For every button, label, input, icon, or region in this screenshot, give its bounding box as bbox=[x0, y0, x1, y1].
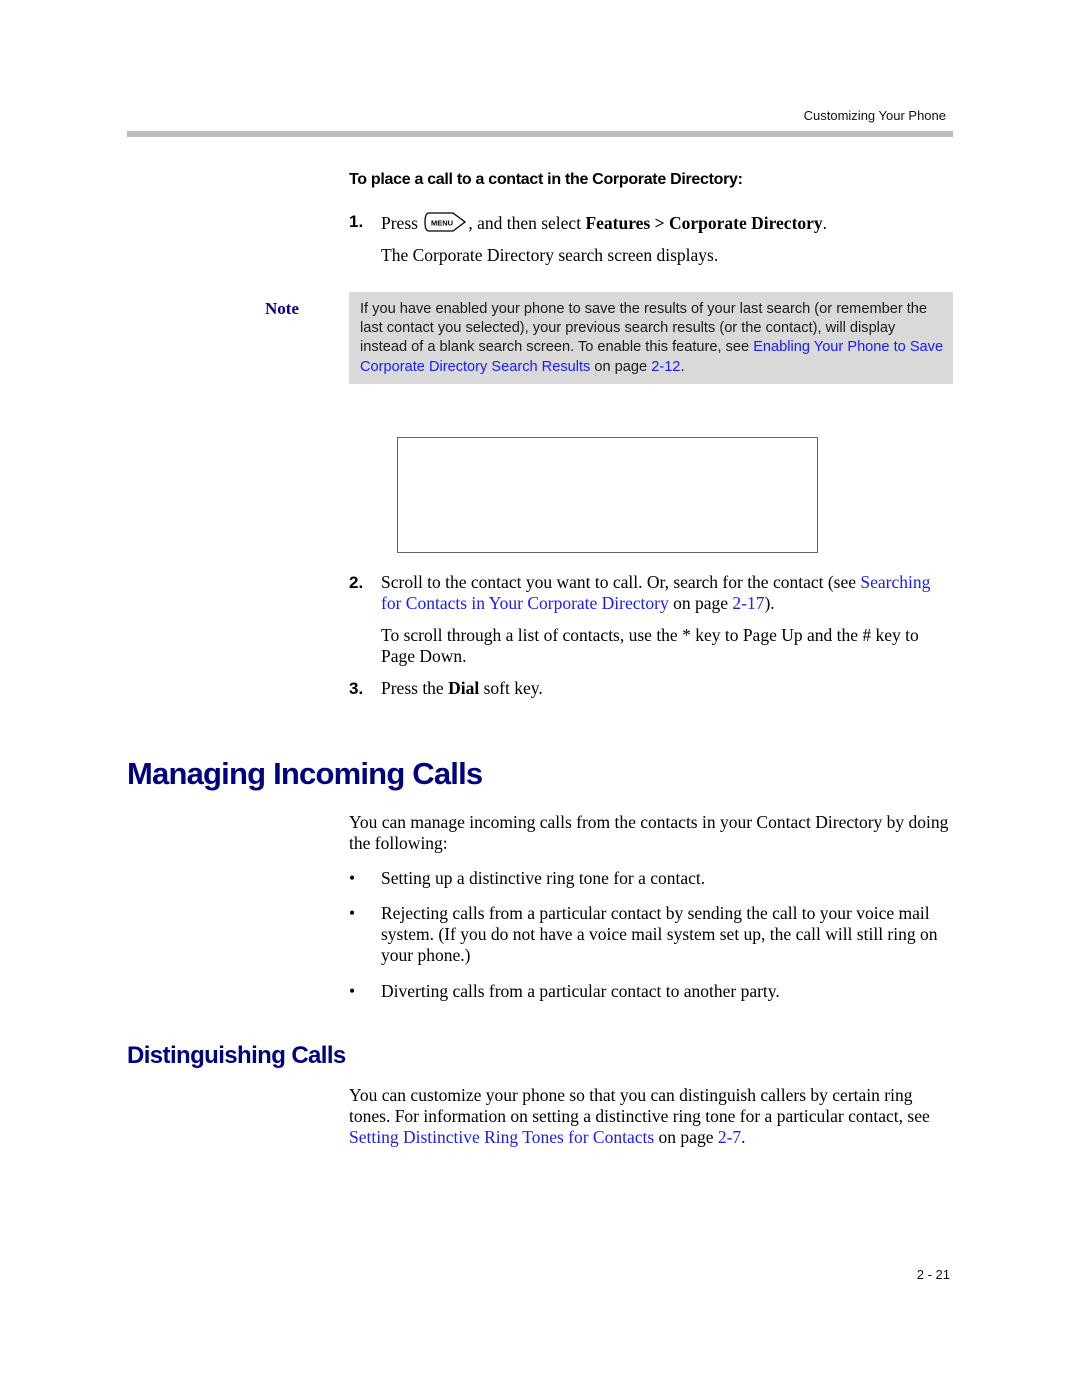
step-1-result: The Corporate Directory search screen di… bbox=[349, 245, 953, 266]
step-number: 1. bbox=[349, 212, 364, 231]
step-result-text: The Corporate Directory search screen di… bbox=[381, 245, 719, 265]
page-number: 2 - 21 bbox=[916, 1267, 950, 1282]
note-box: If you have enabled your phone to save t… bbox=[349, 292, 953, 384]
step-text: Press the bbox=[381, 678, 449, 698]
phone-screen-image bbox=[397, 437, 818, 553]
step-2: 2. Scroll to the contact you want to cal… bbox=[349, 572, 953, 614]
note-body: . bbox=[680, 358, 685, 375]
bullet-text: Rejecting calls from a particular contac… bbox=[381, 903, 938, 965]
svg-text:MENU: MENU bbox=[431, 219, 453, 228]
step-text: on page bbox=[668, 593, 733, 613]
bullet-icon: • bbox=[349, 868, 356, 888]
para-text: You can customize your phone so that you… bbox=[349, 1085, 930, 1126]
step-3: 3. Press the Dial soft key. bbox=[349, 678, 953, 699]
step-2-extra: To scroll through a list of contacts, us… bbox=[349, 625, 953, 667]
note-page-link[interactable]: 2-12 bbox=[651, 359, 680, 375]
step-number: 3. bbox=[349, 679, 364, 698]
bullet-text: Setting up a distinctive ring tone for a… bbox=[381, 868, 706, 888]
menu-key-icon: MENU bbox=[423, 211, 467, 238]
bullet-icon: • bbox=[349, 903, 356, 923]
bullet-item: • Rejecting calls from a particular cont… bbox=[349, 903, 953, 966]
note-text: If you have enabled your phone to save t… bbox=[360, 300, 945, 377]
ring-tones-link[interactable]: Setting Distinctive Ring Tones for Conta… bbox=[349, 1127, 654, 1147]
note-body: on page bbox=[590, 358, 652, 375]
header-rule bbox=[127, 131, 953, 137]
bullet-item: • Diverting calls from a particular cont… bbox=[349, 981, 953, 1002]
dial-soft-key: Dial bbox=[448, 678, 480, 698]
managing-intro: You can manage incoming calls from the c… bbox=[349, 812, 949, 853]
step-text: . bbox=[822, 213, 828, 233]
menu-path: Features > Corporate Directory bbox=[585, 213, 823, 233]
para-text: . bbox=[741, 1127, 746, 1147]
bullet-item: • Setting up a distinctive ring tone for… bbox=[349, 868, 953, 889]
step-text: Press bbox=[381, 213, 418, 233]
section-heading-managing: Managing Incoming Calls bbox=[127, 756, 483, 791]
step-1: 1. Press MENU , and then select Features… bbox=[349, 211, 953, 238]
step-text: , and then select bbox=[468, 213, 586, 233]
distinguishing-text: You can customize your phone so that you… bbox=[349, 1085, 953, 1148]
note-label: Note bbox=[265, 299, 299, 318]
running-header: Customizing Your Phone bbox=[803, 108, 946, 123]
step-text: ). bbox=[764, 593, 775, 613]
page-link-2-17[interactable]: 2-17 bbox=[732, 593, 764, 613]
step-text: Scroll to the contact you want to call. … bbox=[381, 572, 861, 592]
page-link-2-7[interactable]: 2-7 bbox=[718, 1127, 741, 1147]
procedure-title: To place a call to a contact in the Corp… bbox=[349, 171, 743, 188]
para-text: on page bbox=[654, 1127, 718, 1147]
section-heading-distinguishing: Distinguishing Calls bbox=[127, 1042, 346, 1069]
bullet-icon: • bbox=[349, 981, 356, 1001]
step-extra-text: To scroll through a list of contacts, us… bbox=[381, 625, 919, 666]
step-number: 2. bbox=[349, 573, 364, 592]
step-text: soft key. bbox=[479, 678, 543, 698]
bullet-text: Diverting calls from a particular contac… bbox=[381, 981, 780, 1001]
